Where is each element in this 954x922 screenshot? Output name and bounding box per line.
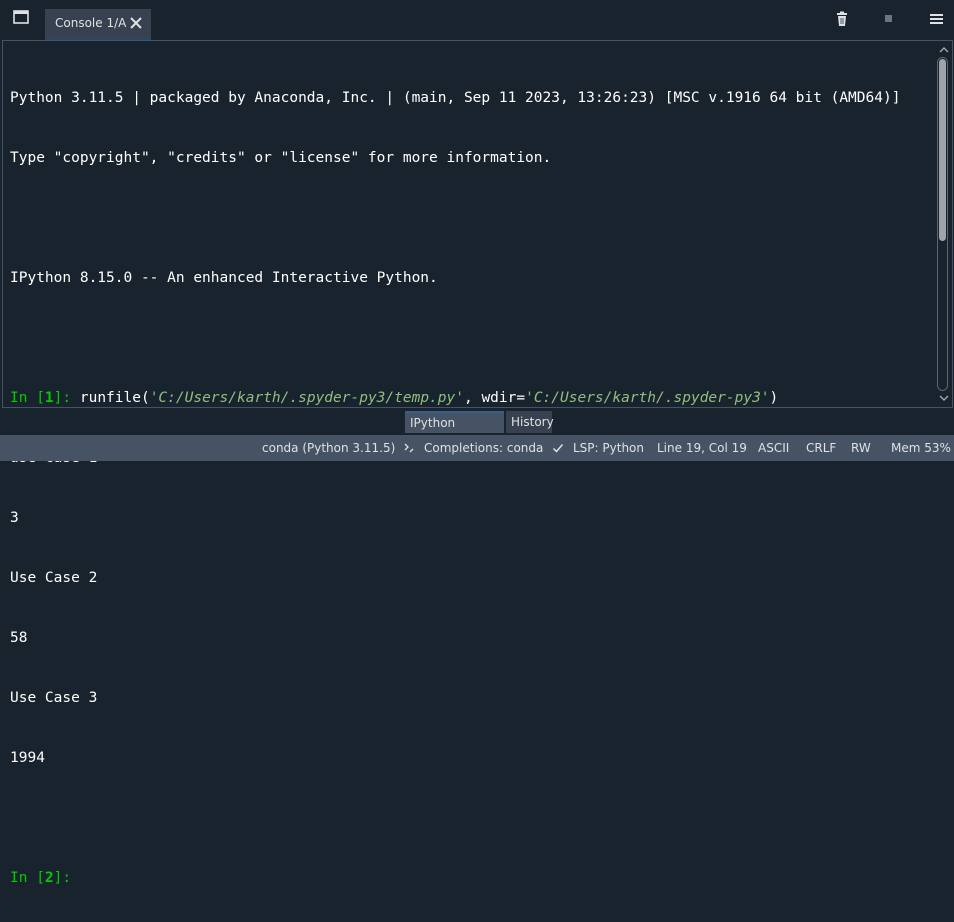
- console-output[interactable]: Python 3.11.5 | packaged by Anaconda, In…: [10, 48, 900, 922]
- console-tab-bar: Console 1/A: [0, 0, 954, 40]
- banner-info-line: Type "copyright", "credits" or "license"…: [10, 150, 552, 166]
- banner-line: Python 3.11.5 | packaged by Anaconda, In…: [10, 90, 901, 106]
- chevron-up-icon[interactable]: [938, 45, 950, 55]
- output-line: 58: [10, 630, 28, 646]
- status-environment[interactable]: conda (Python 3.11.5): [262, 441, 395, 455]
- close-icon[interactable]: [128, 15, 144, 31]
- tab-ipython-console[interactable]: IPython Console: [405, 411, 504, 450]
- status-lsp[interactable]: LSP: Python: [573, 441, 644, 455]
- tab-history[interactable]: History: [506, 411, 554, 433]
- input-prompt-1: In [1]:: [10, 390, 80, 406]
- status-cursor-position: Line 19, Col 19: [657, 441, 747, 455]
- menu-icon[interactable]: [929, 11, 945, 27]
- output-line: 1994: [10, 750, 45, 766]
- output-line: Use Case 2: [10, 570, 98, 586]
- status-bar: conda (Python 3.11.5) Completions: conda…: [0, 435, 954, 461]
- completions-icon: [404, 443, 414, 453]
- ipython-version-line: IPython 8.15.0 -- An enhanced Interactiv…: [10, 270, 438, 286]
- stop-icon[interactable]: [881, 11, 897, 27]
- window-undock-icon[interactable]: [13, 10, 29, 24]
- input-line-1: In [1]: runfile('C:/Users/karth/.spyder-…: [10, 390, 779, 406]
- check-icon: [552, 444, 564, 453]
- output-line: Use Case 3: [10, 690, 98, 706]
- status-encoding: ASCII: [758, 441, 790, 455]
- tab-console[interactable]: Console 1/A: [45, 9, 151, 40]
- status-mode: RW: [851, 441, 871, 455]
- input-line-2[interactable]: In [2]:: [10, 868, 900, 888]
- status-memory: Mem 53%: [891, 441, 951, 455]
- ipython-console[interactable]: Python 3.11.5 | packaged by Anaconda, In…: [2, 40, 953, 886]
- status-eol: CRLF: [806, 441, 837, 455]
- input-prompt-2: In [2]:: [10, 870, 72, 886]
- pane-tabs: IPython Console History: [0, 409, 954, 450]
- status-completions[interactable]: Completions: conda: [424, 441, 543, 455]
- tab-console-label: Console 1/A: [55, 16, 127, 30]
- trash-icon[interactable]: [834, 11, 850, 27]
- output-line: 3: [10, 510, 19, 526]
- chevron-down-icon[interactable]: [938, 393, 950, 403]
- scrollbar-thumb[interactable]: [939, 59, 946, 241]
